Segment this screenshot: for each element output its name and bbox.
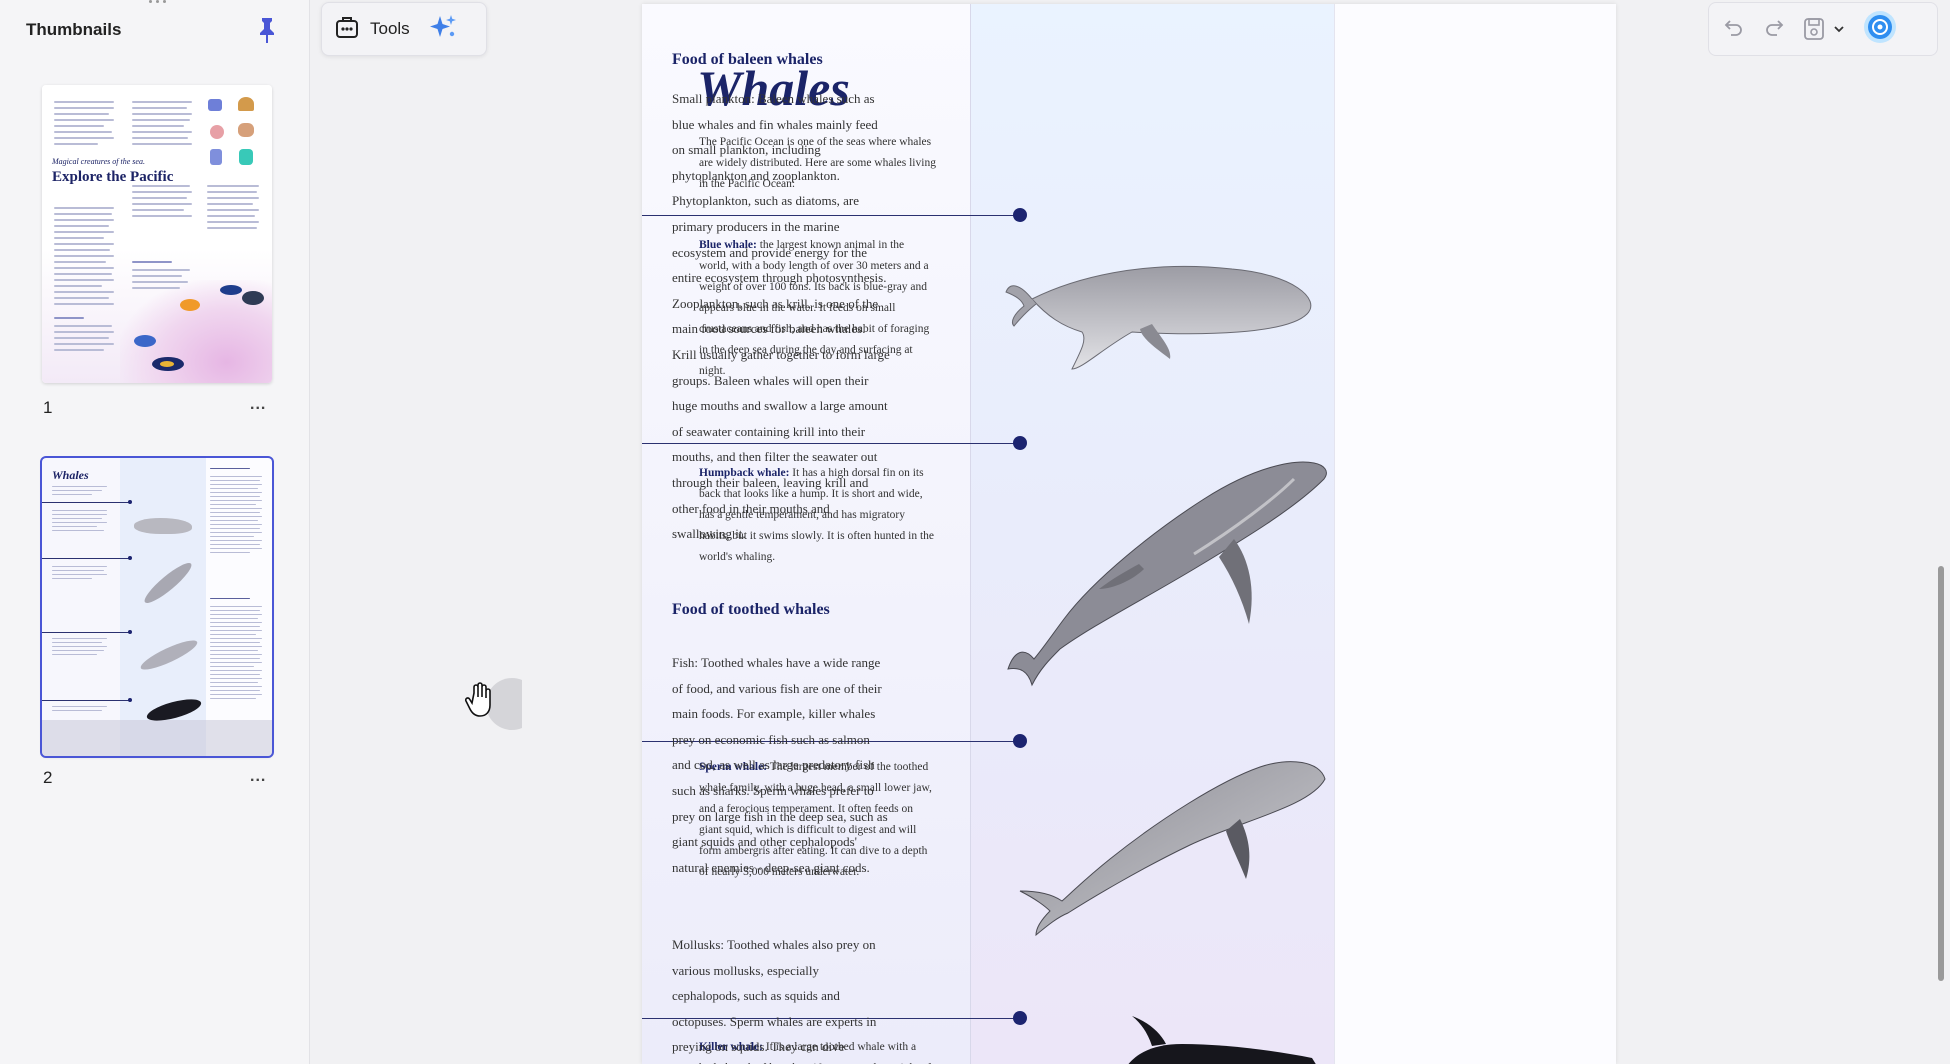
thumb-title: Explore the Pacific: [52, 169, 174, 185]
right-toolbar: [1708, 2, 1938, 56]
hand-cursor-icon: [462, 675, 538, 735]
pin-icon[interactable]: [255, 16, 279, 44]
section-heading: Food of baleen whales: [672, 51, 823, 68]
save-icon[interactable]: [1803, 17, 1845, 41]
blue-whale-image: [1005, 265, 1312, 370]
drag-handle[interactable]: [143, 0, 171, 6]
section-text: Small plankton: Baleen whales such as bl…: [672, 91, 890, 542]
vertical-scrollbar[interactable]: [1938, 566, 1944, 981]
thumb-subtitle: Magical creatures of the sea.: [52, 157, 145, 166]
page-number-2: 2: [43, 768, 53, 787]
thumb-title: Whales: [52, 468, 89, 482]
tools-toolbar: Tools: [321, 2, 487, 56]
humpback-whale-image: [1007, 461, 1327, 687]
sperm-whale-image: [1019, 761, 1326, 937]
tools-label: Tools: [370, 19, 410, 38]
timeline-dot: [1013, 208, 1027, 222]
ai-assistant-icon[interactable]: [1863, 10, 1897, 49]
page-thumbnail-1[interactable]: Magical creatures of the sea. Explore th…: [42, 85, 272, 383]
panel-title: Thumbnails: [26, 20, 122, 39]
ai-sparkle-icon[interactable]: [428, 12, 458, 47]
thumbnails-panel: Thumbnails Magical creatures of the sea.…: [0, 0, 310, 1064]
undo-icon[interactable]: [1723, 16, 1745, 43]
section-text: Fish: Toothed whales have a wide range o…: [672, 655, 888, 875]
redo-icon[interactable]: [1763, 16, 1785, 43]
chevron-down-icon: [1834, 26, 1844, 33]
document-page[interactable]: Whales The Pacific Ocean is one of the s…: [642, 4, 1616, 1064]
page-number-1: 1: [43, 398, 53, 417]
timeline-dot: [1013, 436, 1027, 450]
toolbox-icon: [334, 14, 360, 45]
timeline-dot: [1013, 734, 1027, 748]
killer-whale-image: [1128, 1016, 1316, 1064]
section-text: Mollusks: Toothed whales also prey on va…: [672, 937, 877, 1055]
page-2-more-button[interactable]: ...: [250, 768, 266, 786]
page-thumbnail-2[interactable]: Whales: [40, 456, 274, 758]
right-column: [1334, 4, 1616, 1064]
page-1-more-button[interactable]: ...: [250, 396, 266, 414]
timeline-dot: [1013, 1011, 1027, 1025]
section-heading: Food of toothed whales: [672, 601, 830, 618]
tools-button[interactable]: Tools: [334, 14, 410, 45]
